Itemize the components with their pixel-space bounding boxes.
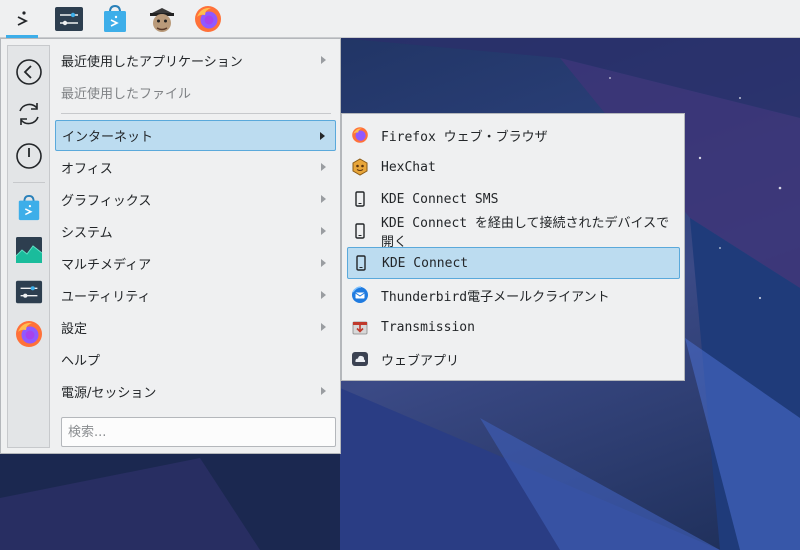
menu-item-power-session[interactable]: 電源/セッション xyxy=(55,376,336,406)
search-input[interactable] xyxy=(61,417,336,447)
submenu-arrow-icon xyxy=(320,131,325,140)
discover-store-icon xyxy=(104,4,126,32)
submenu-item-label: Firefox ウェブ・ブラウザ xyxy=(381,129,548,145)
submenu-arrow-icon xyxy=(321,227,326,235)
favorite-refresh[interactable] xyxy=(13,98,45,130)
favorite-system-monitor[interactable] xyxy=(13,234,45,266)
submenu-item-label: ウェブアプリ xyxy=(381,353,460,369)
menu-item-label: 電源/セッション xyxy=(61,385,157,401)
submenu-item-kde-connect-sms[interactable]: KDE Connect SMS xyxy=(347,183,680,215)
menu-item-label: システム xyxy=(61,225,113,241)
menu-item-internet[interactable]: インターネット xyxy=(55,120,336,151)
favorite-discover[interactable] xyxy=(13,192,45,224)
menu-item-label: インターネット xyxy=(62,130,154,145)
internet-submenu: Firefox ウェブ・ブラウザ HexChat KDE Connect SMS xyxy=(341,113,685,381)
submenu-item-web-apps[interactable]: ウェブアプリ xyxy=(347,343,680,375)
user-avatar-icon xyxy=(150,8,174,32)
transmission-icon xyxy=(351,318,369,336)
menu-item-label: 最近使用したアプリケーション xyxy=(61,54,243,70)
submenu-item-label: KDE Connect SMS xyxy=(381,191,499,207)
submenu-arrow-icon xyxy=(321,56,326,64)
submenu-arrow-icon xyxy=(321,163,326,171)
submenu-arrow-icon xyxy=(321,195,326,203)
favorite-system-settings[interactable] xyxy=(13,276,45,308)
submenu-item-thunderbird[interactable]: Thunderbird電子メールクライアント xyxy=(347,279,680,311)
firefox-icon xyxy=(351,126,369,144)
firefox-icon xyxy=(16,321,42,347)
submenu-item-firefox[interactable]: Firefox ウェブ・ブラウザ xyxy=(347,119,680,151)
favorites-bar xyxy=(7,45,50,448)
submenu-item-transmission[interactable]: Transmission xyxy=(347,311,680,343)
menu-item-label: グラフィックス xyxy=(61,193,152,209)
menu-item-help[interactable]: ヘルプ xyxy=(55,344,336,374)
web-apps-icon xyxy=(351,350,369,368)
menu-item-label: 最近使用したファイル xyxy=(61,86,192,102)
menu-item-graphics[interactable]: グラフィックス xyxy=(55,184,336,214)
submenu-arrow-icon xyxy=(321,323,326,331)
menu-item-recent-applications[interactable]: 最近使用したアプリケーション xyxy=(55,45,336,75)
submenu-item-label: HexChat xyxy=(381,159,436,175)
top-panel xyxy=(0,0,800,38)
taskbar-discover[interactable] xyxy=(99,3,131,35)
system-settings-icon xyxy=(15,280,43,304)
phone-icon xyxy=(352,254,370,272)
taskbar-user[interactable] xyxy=(146,3,178,35)
thunderbird-icon xyxy=(351,286,369,304)
favorite-power[interactable] xyxy=(13,140,45,172)
menu-item-office[interactable]: オフィス xyxy=(55,152,336,182)
firefox-icon xyxy=(195,6,221,32)
system-monitor-icon xyxy=(15,237,43,263)
submenu-item-label: Thunderbird電子メールクライアント xyxy=(381,289,610,305)
menu-item-label: ユーティリティ xyxy=(61,289,151,305)
taskbar-system-settings[interactable] xyxy=(53,3,85,35)
submenu-arrow-icon xyxy=(321,259,326,267)
menu-item-recent-files: 最近使用したファイル xyxy=(55,77,336,107)
phone-icon xyxy=(351,222,369,240)
favorite-back[interactable] xyxy=(13,56,45,88)
submenu-item-label: Transmission xyxy=(381,319,475,335)
menu-item-label: 設定 xyxy=(61,321,88,337)
phone-icon xyxy=(351,190,369,208)
menu-item-label: ヘルプ xyxy=(61,353,101,369)
submenu-item-hexchat[interactable]: HexChat xyxy=(347,151,680,183)
app-launcher-button[interactable] xyxy=(6,3,38,38)
hexchat-icon xyxy=(351,158,369,176)
menu-item-system[interactable]: システム xyxy=(55,216,336,246)
back-arrow-icon xyxy=(16,59,42,85)
menu-item-label: マルチメディア xyxy=(61,257,152,273)
menu-item-utilities[interactable]: ユーティリティ xyxy=(55,280,336,310)
menu-divider xyxy=(61,113,331,114)
system-settings-icon xyxy=(55,7,83,31)
submenu-item-label: KDE Connect xyxy=(382,255,469,271)
favorite-firefox[interactable] xyxy=(13,318,45,350)
menu-item-settings[interactable]: 設定 xyxy=(55,312,336,342)
menu-item-label: オフィス xyxy=(61,161,113,177)
menu-item-multimedia[interactable]: マルチメディア xyxy=(55,248,336,278)
launcher-menu: 最近使用したアプリケーション 最近使用したファイル インターネット オフィス グ… xyxy=(0,38,341,454)
submenu-item-kde-connect-open[interactable]: KDE Connect を経由して接続されたデバイスで開く xyxy=(347,215,680,250)
refresh-icon xyxy=(19,103,39,125)
submenu-item-kde-connect[interactable]: KDE Connect xyxy=(347,247,680,279)
power-icon xyxy=(16,143,42,169)
submenu-item-label: KDE Connect を経由して接続されたデバイスで開く xyxy=(381,216,670,250)
app-launcher-icon xyxy=(17,11,29,26)
submenu-arrow-icon xyxy=(321,387,326,395)
submenu-arrow-icon xyxy=(321,291,326,299)
taskbar-firefox[interactable] xyxy=(192,3,224,35)
favorites-divider xyxy=(13,182,45,183)
discover-store-icon xyxy=(18,194,40,221)
